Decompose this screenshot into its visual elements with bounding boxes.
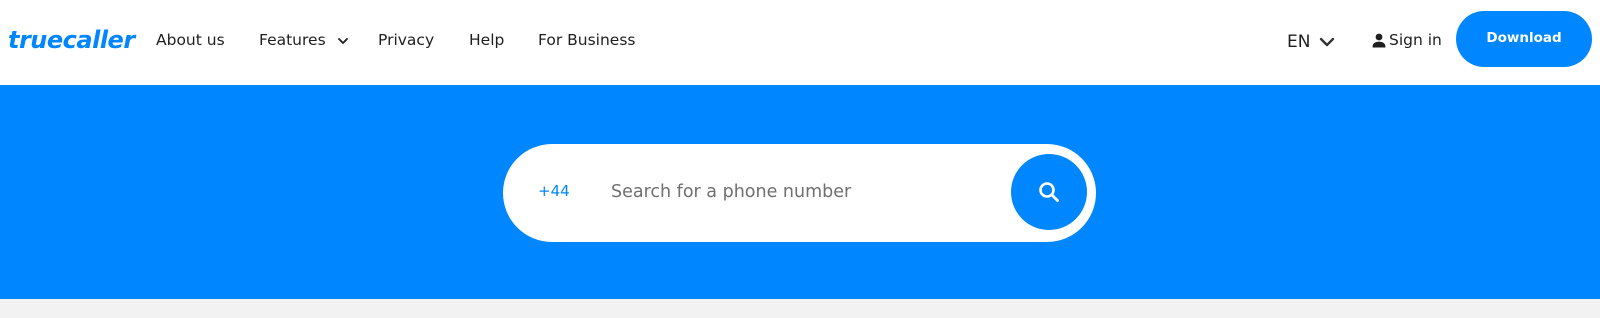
language-label: EN (1287, 32, 1311, 52)
sign-in-link[interactable]: Sign in (1372, 31, 1442, 49)
nav-help[interactable]: Help (469, 31, 504, 49)
language-selector[interactable]: EN (1287, 30, 1335, 54)
search-button[interactable] (1011, 154, 1087, 230)
phone-search-input[interactable] (611, 172, 991, 212)
search-icon (1039, 182, 1059, 202)
chevron-down-icon[interactable] (337, 36, 349, 46)
sign-in-label: Sign in (1389, 31, 1442, 49)
country-code-selector[interactable]: +44 (538, 182, 570, 200)
nav-for-business[interactable]: For Business (538, 31, 636, 49)
site-header: truecaller About us Features Privacy Hel… (0, 0, 1600, 85)
download-button[interactable]: Download (1456, 11, 1592, 67)
nav-privacy[interactable]: Privacy (378, 31, 434, 49)
nav-features[interactable]: Features (259, 31, 326, 49)
chevron-down-icon (1320, 37, 1335, 47)
truecaller-logo[interactable]: truecaller (8, 26, 135, 54)
search-hero: +44 (0, 85, 1600, 299)
page-content-background (0, 299, 1600, 318)
nav-about-us[interactable]: About us (156, 31, 225, 49)
phone-search-bar: +44 (503, 144, 1096, 242)
user-icon (1372, 33, 1386, 47)
